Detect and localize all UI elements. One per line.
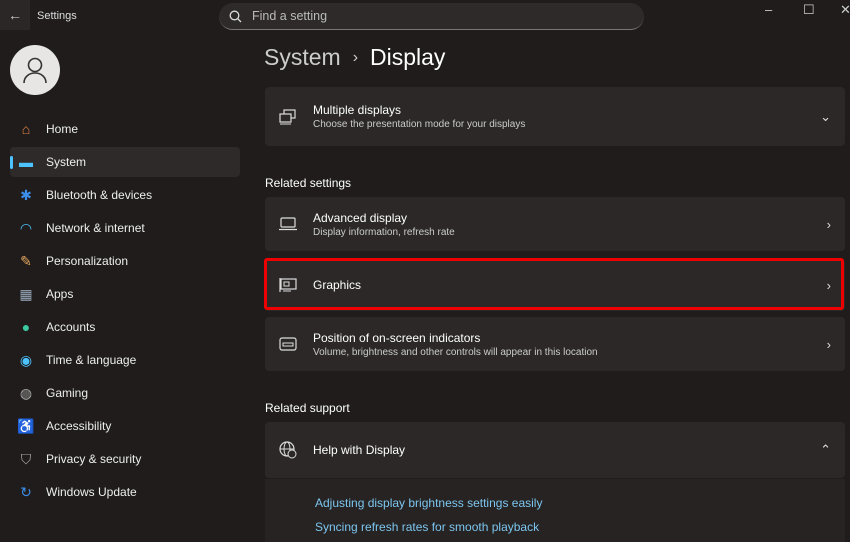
sidebar-item-personalization[interactable]: ✎ Personalization (10, 246, 240, 276)
indicator-position-icon (279, 337, 299, 351)
sidebar-item-label: Windows Update (46, 485, 137, 499)
maximize-button[interactable]: ☐ (803, 2, 815, 18)
back-button[interactable]: ← (0, 0, 30, 30)
sidebar-item-network-internet[interactable]: ◠ Network & internet (10, 213, 240, 243)
shield-icon: ⛉ (20, 450, 32, 467)
breadcrumb: System › Display (264, 44, 445, 71)
laptop-icon (279, 217, 299, 231)
sidebar-item-label: Home (46, 122, 79, 136)
sidebar-item-windows-update[interactable]: ↻ Windows Update (10, 477, 240, 507)
related-support-heading: Related support (265, 401, 350, 415)
related-settings-heading: Related settings (265, 176, 352, 190)
multiple-displays-icon (279, 108, 299, 125)
gamepad-icon: ◍ (19, 384, 33, 401)
breadcrumb-separator-icon: › (352, 48, 359, 66)
accessibility-icon: ♿ (17, 417, 35, 434)
user-icon (23, 57, 47, 84)
advanced-display-card[interactable]: Advanced display Display information, ref… (265, 197, 845, 251)
wifi-icon: ◠ (19, 219, 33, 236)
sidebar-item-label: Time & language (46, 353, 137, 367)
card-title: Help with Display (313, 443, 406, 457)
sidebar-item-gaming[interactable]: ◍ Gaming (10, 378, 240, 408)
sidebar-item-label: Apps (46, 287, 74, 301)
card-title: Position of on-screen indicators (313, 330, 481, 345)
chevron-right-icon: › (826, 336, 831, 352)
sidebar-item-bluetooth-devices[interactable]: ✱ Bluetooth & devices (10, 180, 240, 210)
avatar[interactable] (10, 45, 60, 95)
sidebar-item-label: Accounts (46, 320, 96, 334)
card-title: Advanced display (313, 210, 408, 225)
sidebar-item-system[interactable]: ▬ System (10, 147, 240, 177)
update-icon: ↻ (20, 483, 32, 500)
highlight-box (264, 258, 844, 310)
card-subtitle: Volume, brightness and other controls wi… (313, 346, 598, 358)
help-link[interactable]: Syncing refresh rates for smooth playbac… (315, 520, 539, 534)
multiple-displays-card[interactable]: Multiple displays Choose the presentation… (265, 87, 845, 146)
sidebar-item-label: Privacy & security (46, 452, 142, 466)
sidebar-item-label: Bluetooth & devices (46, 188, 153, 202)
sidebar-item-apps[interactable]: ▦ Apps (10, 279, 240, 309)
sidebar-item-label: System (46, 155, 87, 169)
help-with-display-card[interactable]: Help with Display ⌃ (265, 422, 845, 478)
sidebar-item-time-language[interactable]: ◉ Time & language (10, 345, 240, 375)
card-subtitle: Display information, refresh rate (313, 226, 455, 238)
help-link[interactable]: Adjusting display brightness settings ea… (315, 496, 542, 510)
search-input[interactable]: Find a setting (219, 3, 644, 30)
card-title: Multiple displays (313, 103, 402, 117)
close-button[interactable]: ✕ (840, 2, 850, 18)
globe-help-icon (279, 441, 299, 459)
chevron-down-icon: ⌄ (820, 108, 831, 124)
brush-icon: ✎ (20, 252, 32, 269)
app-title: Settings (37, 10, 77, 22)
chevron-right-icon: › (826, 216, 831, 232)
sidebar-nav: ⌂ Home ▬ System ✱ Bluetooth & devices ◠ Network… (10, 114, 240, 510)
apps-icon: ▦ (19, 285, 33, 302)
sidebar-item-label: Accessibility (46, 419, 112, 433)
globe-clock-icon: ◉ (19, 351, 33, 368)
sidebar-item-label: Network & internet (46, 221, 145, 235)
chevron-up-icon: ⌃ (820, 442, 831, 457)
search-icon (229, 10, 242, 22)
sidebar-item-label: Gaming (46, 386, 89, 400)
page-title: Display (370, 44, 446, 70)
sidebar-item-privacy-security[interactable]: ⛉ Privacy & security (10, 444, 240, 474)
search-placeholder: Find a setting (252, 9, 328, 23)
sidebar-item-accessibility[interactable]: ♿ Accessibility (10, 411, 240, 441)
onscreen-indicators-card[interactable]: Position of on-screen indicators Volume, … (265, 317, 845, 371)
home-icon: ⌂ (21, 121, 31, 137)
accounts-icon: ● (21, 319, 31, 335)
card-subtitle: Choose the presentation mode for your di… (313, 119, 526, 130)
system-icon: ▬ (19, 154, 33, 170)
back-arrow-icon: ← (8, 7, 22, 23)
breadcrumb-system[interactable]: System (264, 44, 341, 71)
sidebar-item-accounts[interactable]: ● Accounts (10, 312, 240, 342)
sidebar-item-label: Personalization (46, 254, 129, 268)
bluetooth-icon: ✱ (20, 186, 32, 203)
sidebar-item-home[interactable]: ⌂ Home (10, 114, 240, 144)
minimize-button[interactable]: – (765, 2, 772, 17)
